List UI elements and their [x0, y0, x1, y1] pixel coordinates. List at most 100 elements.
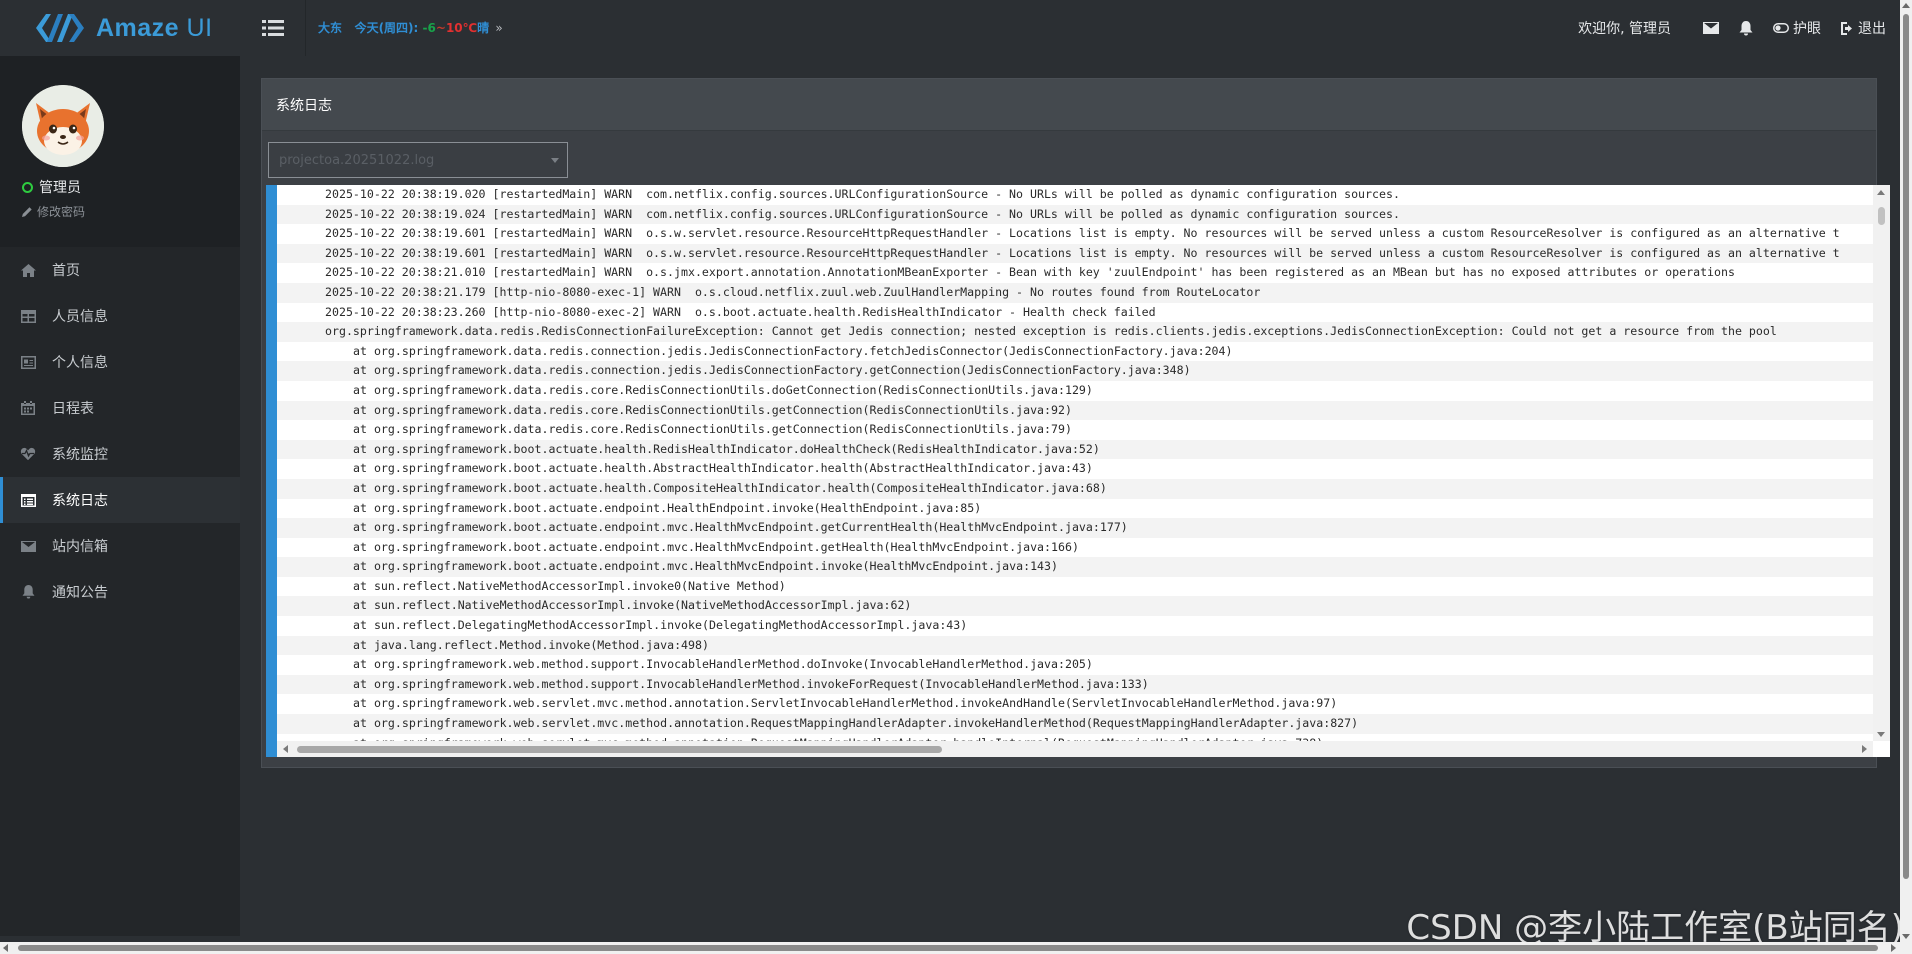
logout-button[interactable]: 退出: [1841, 18, 1886, 38]
stack-trace-line: at sun.reflect.DelegatingMethodAccessorI…: [353, 618, 968, 633]
calendar-icon: [21, 401, 35, 415]
window-vertical-scrollbar[interactable]: [1900, 0, 1912, 942]
scroll-up-icon[interactable]: [1877, 190, 1885, 195]
stack-trace-line: at org.springframework.web.servlet.mvc.m…: [277, 714, 1873, 734]
user-name-text: 管理员: [39, 180, 81, 196]
stack-trace-line: at org.springframework.boot.actuate.endp…: [277, 518, 1873, 538]
eye-care-label: 护眼: [1793, 21, 1821, 37]
scroll-thumb[interactable]: [18, 945, 1878, 951]
window-horizontal-scrollbar[interactable]: [0, 942, 1912, 954]
stack-trace-line: at org.springframework.web.method.suppor…: [353, 657, 1093, 672]
scroll-right-icon[interactable]: [1862, 745, 1867, 753]
stack-trace-line: at org.springframework.boot.actuate.endp…: [353, 500, 982, 515]
stack-trace-line: at org.springframework.boot.actuate.endp…: [277, 557, 1873, 577]
envelope-icon: [20, 540, 36, 552]
bell-icon: [22, 585, 34, 599]
weather-widget[interactable]: 大东 今天(周四): -6~10℃晴 »: [318, 19, 503, 36]
scroll-thumb[interactable]: [1903, 14, 1909, 879]
sidebar-item-label: 系统监控: [52, 447, 108, 463]
log-accent-bar: [266, 185, 277, 757]
online-status-icon: [22, 181, 33, 193]
change-password-label: 修改密码: [37, 205, 86, 219]
weather-high: 10℃: [445, 21, 478, 35]
log-line: 2025-10-22 20:38:21.010 [restartedMain] …: [325, 265, 1735, 280]
scroll-thumb[interactable]: [1878, 207, 1885, 225]
stack-trace-line: at sun.reflect.NativeMethodAccessorImpl.…: [277, 596, 1873, 617]
envelope-icon: [1703, 22, 1719, 34]
fox-avatar-icon: [22, 85, 104, 167]
stack-trace-line: at org.springframework.boot.actuate.heal…: [277, 478, 1873, 499]
logo-text: Amaze UI: [96, 13, 213, 42]
log-viewer[interactable]: 2025-10-22 20:38:19.020 [restartedMain] …: [266, 185, 1890, 757]
log-line: 2025-10-22 20:38:19.601 [restartedMain] …: [277, 243, 1873, 264]
heartbeat-icon: [20, 447, 36, 461]
notifications-button[interactable]: [1739, 20, 1753, 36]
sidebar-item-staff[interactable]: 人员信息: [0, 293, 240, 339]
sidebar-item-schedule[interactable]: 日程表: [0, 385, 240, 431]
scroll-left-icon[interactable]: [283, 745, 288, 753]
list-alt-icon: [20, 493, 36, 507]
sidebar: 管理员 修改密码 首页 人员信息 个人信息 日程表 系统监控 系统日志 站内信箱…: [0, 56, 240, 936]
bell-icon: [1739, 20, 1753, 35]
eye-care-toggle[interactable]: 护眼: [1773, 18, 1821, 38]
toggle-icon: [1773, 23, 1789, 33]
logo[interactable]: Amaze UI: [0, 0, 240, 56]
weather-more-icon: »: [495, 21, 503, 35]
home-icon: [20, 263, 36, 277]
log-vertical-scrollbar[interactable]: [1873, 185, 1890, 741]
avatar[interactable]: [22, 85, 104, 167]
system-log-panel: 系统日志 projectoa.20251022.log 2025-10-22 2…: [261, 78, 1890, 768]
sign-out-icon: [1841, 21, 1852, 35]
log-file-select-value: projectoa.20251022.log: [279, 152, 435, 168]
logout-label: 退出: [1858, 21, 1886, 37]
sidebar-item-label: 日程表: [52, 401, 94, 417]
scroll-down-icon[interactable]: [1877, 732, 1885, 737]
sidebar-item-monitor[interactable]: 系统监控: [0, 431, 240, 477]
sidebar-item-system-log[interactable]: 系统日志: [0, 477, 240, 523]
change-password-link[interactable]: 修改密码: [22, 203, 85, 220]
stack-trace-line: at org.springframework.boot.actuate.heal…: [353, 461, 1093, 476]
stack-trace-line: at java.lang.reflect.Method.invoke(Metho…: [277, 635, 1873, 656]
list-icon: [261, 20, 284, 36]
stack-trace-line: at sun.reflect.NativeMethodAccessorImpl.…: [353, 578, 786, 593]
log-line: 2025-10-22 20:38:19.601 [restartedMain] …: [325, 226, 1840, 241]
scroll-up-icon[interactable]: [1902, 3, 1910, 8]
stack-trace-line: at org.springframework.data.redis.connec…: [353, 343, 1233, 358]
log-line: 2025-10-22 20:38:19.024 [restartedMain] …: [277, 204, 1873, 225]
log-line: 2025-10-22 20:38:19.020 [restartedMain] …: [325, 187, 1400, 201]
chevron-down-icon: [551, 158, 559, 163]
amaze-logo-icon: [36, 14, 84, 42]
log-horizontal-scrollbar[interactable]: [277, 741, 1873, 757]
messages-button[interactable]: [1703, 22, 1719, 34]
stack-trace-line: at org.springframework.data.redis.core.R…: [353, 382, 1093, 397]
sidebar-item-inbox[interactable]: 站内信箱: [0, 523, 240, 569]
sidebar-item-home[interactable]: 首页: [0, 247, 240, 293]
user-profile: 管理员 修改密码: [0, 56, 240, 247]
sidebar-item-label: 站内信箱: [52, 539, 108, 555]
log-line: 2025-10-22 20:38:23.260 [http-nio-8080-e…: [325, 304, 1156, 319]
stack-trace-line: at org.springframework.data.redis.connec…: [277, 361, 1873, 381]
pencil-icon: [22, 206, 32, 217]
scroll-left-icon[interactable]: [3, 944, 8, 952]
card-icon: [20, 355, 36, 369]
stack-trace-line: at org.springframework.web.servlet.mvc.m…: [277, 734, 1873, 741]
sidebar-item-label: 通知公告: [52, 585, 108, 601]
scroll-down-icon[interactable]: [1902, 934, 1910, 939]
log-lines: 2025-10-22 20:38:19.020 [restartedMain] …: [277, 185, 1873, 741]
stack-trace-line: at org.springframework.web.servlet.mvc.m…: [353, 696, 1338, 711]
weather-day: 今天(周四):: [354, 21, 419, 35]
weather-city: 大东: [318, 21, 343, 35]
panel-title: 系统日志: [262, 79, 1876, 131]
header-actions: 欢迎你, 管理员 护眼 退出: [1578, 0, 1886, 56]
welcome-text: 欢迎你, 管理员: [1578, 21, 1671, 37]
sidebar-item-profile[interactable]: 个人信息: [0, 339, 240, 385]
sidebar-item-notices[interactable]: 通知公告: [0, 569, 240, 615]
table-icon: [20, 309, 36, 323]
menu-toggle-button[interactable]: [240, 0, 306, 56]
sidebar-item-label: 系统日志: [52, 493, 108, 509]
stack-trace-line: at org.springframework.data.redis.core.R…: [353, 422, 1072, 437]
log-file-select[interactable]: projectoa.20251022.log: [268, 142, 568, 178]
scroll-right-icon[interactable]: [1891, 944, 1896, 952]
scroll-thumb[interactable]: [297, 746, 942, 753]
log-line: 2025-10-22 20:38:21.179 [http-nio-8080-e…: [277, 282, 1873, 303]
